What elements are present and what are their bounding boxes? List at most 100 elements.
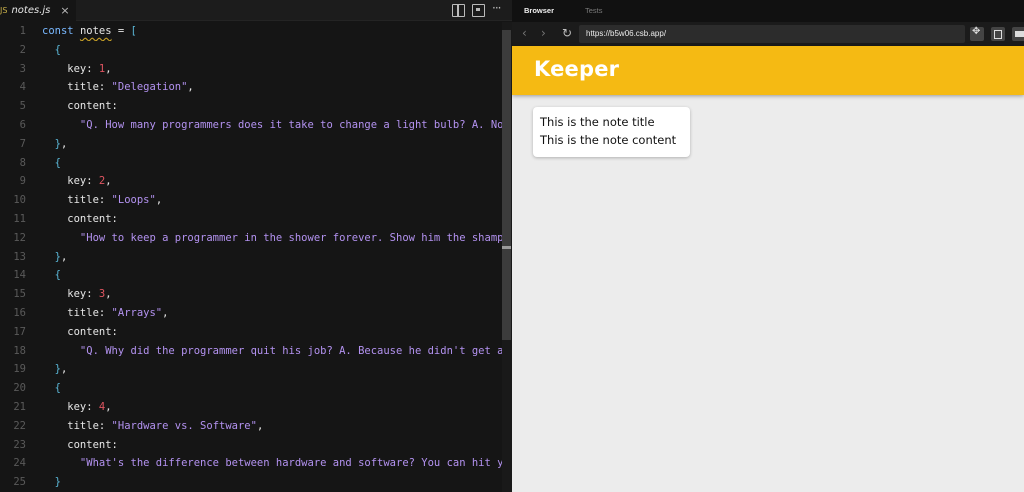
code-token: "Q. How many programmers does it take to… <box>42 118 512 131</box>
tab-tests[interactable]: Tests <box>585 0 603 22</box>
code-line[interactable]: content: <box>42 97 512 116</box>
split-editor-icon[interactable] <box>452 4 465 17</box>
code-token: } <box>42 250 61 263</box>
code-line[interactable]: title: "Loops", <box>42 191 512 210</box>
inspector-icon[interactable] <box>970 26 984 41</box>
code-line[interactable]: key: 2, <box>42 172 512 191</box>
browser-toolbar: ‹ › ↻ https://b5w06.csb.app/ <box>512 22 1024 46</box>
code-line[interactable]: content: <box>42 210 512 229</box>
code-text-area[interactable]: const notes = [ { key: 1, title: "Delega… <box>0 22 512 492</box>
line-number: 9 <box>19 175 26 188</box>
code-line[interactable]: "Q. Why did the programmer quit his job?… <box>42 342 512 361</box>
code-line[interactable]: }, <box>42 248 512 267</box>
code-line[interactable]: key: 3, <box>42 285 512 304</box>
code-token: , <box>105 62 112 75</box>
code-token: { <box>42 382 61 395</box>
code-line[interactable]: { <box>42 379 512 398</box>
code-editor[interactable]: JS notes.js × ··· 1 2 3 4 5 6 7 8 9 10 11 12 13 14 15 1… <box>0 0 512 492</box>
code-token: title: <box>42 81 112 94</box>
code-token: "How to keep a programmer in the shower … <box>42 231 512 244</box>
line-number: 7 <box>19 137 26 150</box>
code-line[interactable]: }, <box>42 135 512 154</box>
code-line[interactable]: title: "Hardware vs. Software", <box>42 417 512 436</box>
code-line[interactable]: } <box>42 473 512 492</box>
code-token: "Hardware vs. Software" <box>111 419 257 432</box>
open-new-window-icon[interactable] <box>991 27 1005 41</box>
line-number: 4 <box>19 81 26 94</box>
line-number: 12 <box>13 231 26 244</box>
app-title: Keeper <box>534 57 620 81</box>
code-line[interactable]: { <box>42 266 512 285</box>
code-token: , <box>60 250 68 263</box>
code-token: content: <box>42 100 118 113</box>
code-line[interactable]: content: <box>42 436 512 455</box>
line-number: 14 <box>13 269 26 282</box>
code-line[interactable]: { <box>42 41 512 60</box>
close-tab-icon[interactable]: × <box>60 4 69 17</box>
code-token: = <box>111 25 131 37</box>
code-token: } <box>42 363 61 376</box>
line-number: 25 <box>13 476 26 489</box>
code-token: content: <box>42 325 118 338</box>
code-token: , <box>162 306 169 319</box>
code-token: , <box>187 81 194 94</box>
code-token: "Arrays" <box>111 306 163 319</box>
editor-scrollbar-thumb[interactable] <box>502 30 511 340</box>
code-line[interactable]: key: 4, <box>42 398 512 417</box>
line-number: 18 <box>13 344 26 357</box>
code-line[interactable]: }, <box>42 360 512 379</box>
code-token: content: <box>42 212 118 225</box>
editor-scrollbar-cursor-marker <box>502 246 511 249</box>
code-line[interactable]: title: "Delegation", <box>42 78 512 97</box>
code-line[interactable]: "What's the difference between hardware … <box>42 454 512 473</box>
reload-icon[interactable]: ↻ <box>562 25 572 42</box>
code-token: , <box>155 194 163 207</box>
editor-tab-filename: notes.js <box>11 5 51 16</box>
code-token: title: <box>42 419 112 432</box>
forward-icon[interactable]: › <box>541 25 546 42</box>
browser-tab-bar: Browser Tests <box>512 0 1024 22</box>
address-bar[interactable]: https://b5w06.csb.app/ <box>579 25 965 43</box>
note-title: This is the note title <box>540 115 655 129</box>
code-token: content: <box>42 438 118 451</box>
code-line[interactable]: key: 1, <box>42 60 512 79</box>
line-number: 21 <box>13 400 26 413</box>
code-token: { <box>42 43 61 56</box>
line-number: 1 <box>19 25 26 37</box>
open-preview-icon[interactable] <box>472 4 485 17</box>
code-line[interactable]: title: "Arrays", <box>42 304 512 323</box>
code-line[interactable]: const notes = [ <box>42 22 512 41</box>
code-line[interactable]: "Q. How many programmers does it take to… <box>42 116 512 135</box>
code-token: [ <box>130 25 137 37</box>
code-token: , <box>60 137 68 150</box>
code-token: , <box>105 400 112 413</box>
code-token: key: <box>42 400 99 413</box>
line-number: 5 <box>19 100 26 113</box>
line-number: 10 <box>13 194 26 207</box>
back-icon[interactable]: ‹ <box>522 25 527 42</box>
more-actions-icon[interactable]: ··· <box>492 2 505 15</box>
tab-browser[interactable]: Browser <box>524 0 554 22</box>
code-token: key: <box>42 62 99 75</box>
code-token: notes <box>79 25 112 37</box>
code-token: { <box>42 269 61 282</box>
code-line[interactable]: "How to keep a programmer in the shower … <box>42 229 512 248</box>
line-number: 13 <box>13 250 26 263</box>
code-line[interactable]: content: <box>42 323 512 342</box>
line-number: 24 <box>13 457 26 470</box>
code-token: "Loops" <box>111 194 156 207</box>
editor-tab-bar: JS notes.js × ··· <box>0 0 512 21</box>
code-line[interactable]: { <box>42 154 512 173</box>
line-number-gutter: 1 2 3 4 5 6 7 8 9 10 11 12 13 14 15 16 17 18 19 20 21 22 23 24 2… <box>0 22 34 492</box>
code-token: , <box>105 288 112 301</box>
code-token: } <box>42 476 61 489</box>
browser-preview: Browser Tests ‹ › ↻ https://b5w06.csb.ap… <box>512 0 1024 492</box>
editor-tab-notes-js[interactable]: JS notes.js × <box>0 0 76 21</box>
code-token: , <box>256 419 264 432</box>
line-number: 23 <box>13 438 26 451</box>
code-token: , <box>105 175 112 188</box>
code-token: } <box>42 137 61 150</box>
note-card: This is the note title This is the note … <box>533 107 690 157</box>
expand-icon[interactable] <box>1012 27 1024 41</box>
code-token: { <box>42 156 61 169</box>
